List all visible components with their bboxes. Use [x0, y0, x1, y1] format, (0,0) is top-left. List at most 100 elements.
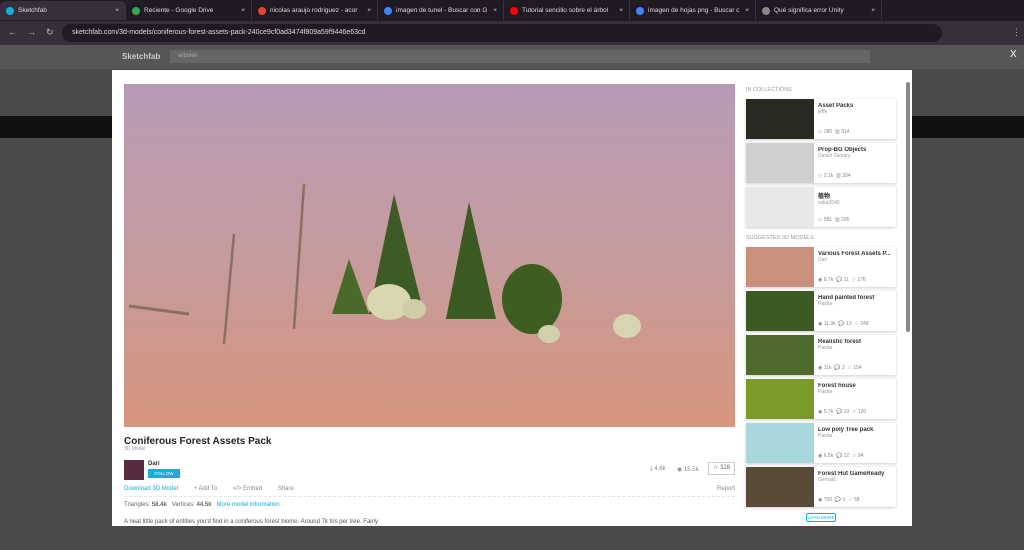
views: 6.5k — [823, 453, 834, 459]
suggested-model-card[interactable]: Forest Hut GameReady Gerhald ◉ 700 💬 0 ☆ 5… — [746, 467, 896, 507]
like-button[interactable]: ☆ 328 — [708, 462, 735, 475]
author-name[interactable]: Dari — [148, 461, 160, 467]
model-thumbnail — [746, 379, 814, 419]
follow-button[interactable]: FOLLOW — [148, 469, 180, 478]
url-input[interactable]: sketchfab.com/3d-models/coniferous-fores… — [62, 24, 942, 42]
model-author: Pasha — [818, 433, 833, 439]
forest-scene — [128, 183, 641, 345]
collections-heading: IN COLLECTIONS — [746, 87, 792, 93]
suggested-heading: SUGGESTED 3D MODELS — [746, 235, 814, 241]
model-description: A neat little pack of entities you'd fin… — [124, 519, 378, 525]
suggested-model-card[interactable]: Forest house Pasha ◉ 5.7k 💬 19 ☆ 120 — [746, 379, 896, 419]
likes: 58 — [853, 497, 860, 503]
likes: 120 — [857, 409, 867, 415]
site-header: Sketchfab arboles X — [0, 45, 1024, 69]
close-tab-icon[interactable]: × — [493, 7, 497, 14]
model-thumbnail — [746, 423, 814, 463]
menu-icon[interactable]: ⋮ — [1012, 27, 1021, 38]
collection-stats: ⚇ 581 ▥ 295 — [818, 217, 850, 223]
likes: 94 — [857, 453, 864, 459]
model-thumbnail — [746, 291, 814, 331]
favicon-icon — [6, 6, 14, 15]
scrollbar[interactable] — [906, 82, 910, 332]
comments: 2 — [841, 365, 845, 371]
close-tab-icon[interactable]: × — [871, 7, 875, 14]
suggested-model-card[interactable]: Hand painted forest Pasha ◉ 11.9k 💬 13 ☆ 2… — [746, 291, 896, 331]
load-more-button[interactable]: LOAD MORE — [806, 513, 836, 522]
favicon-icon — [510, 6, 518, 15]
model-stats: ◉ 11.9k 💬 13 ☆ 248 — [818, 321, 869, 327]
close-tab-icon[interactable]: × — [619, 7, 623, 14]
browser-tab[interactable]: Tutorial sencillo sobre el árbol × — [504, 1, 630, 20]
collection-author: jeffk — [818, 109, 828, 115]
views: 5.7k — [823, 409, 834, 415]
model-author: Pasha — [818, 301, 833, 307]
download-button[interactable]: Download 3D Model — [124, 486, 178, 492]
views: 11k — [823, 365, 832, 371]
close-tab-icon[interactable]: × — [367, 7, 371, 14]
views: 8.7k — [823, 277, 834, 283]
browser-tab[interactable]: Sketchfab × — [0, 1, 126, 20]
model-stats: ◉ 6.5k 💬 12 ☆ 94 — [818, 453, 864, 459]
back-icon[interactable]: ← — [8, 27, 17, 37]
model-stats: ◉ 700 💬 0 ☆ 58 — [818, 497, 860, 503]
collection-stats: ⚇ 2.1k ▥ 304 — [818, 173, 851, 179]
add-to-button[interactable]: + Add To — [194, 486, 217, 492]
likes: 248 — [860, 321, 869, 327]
collection-author: suka2049 — [818, 200, 840, 206]
suggested-model-card[interactable]: Low poly Tree pack Pasha ◉ 6.5k 💬 12 ☆ 94 — [746, 423, 896, 463]
view-count: ◉ 15.5k — [677, 467, 699, 473]
tab-label: imagen de hojas png - Buscar c — [648, 7, 740, 14]
stat: 581 — [823, 217, 833, 223]
browser-tab[interactable]: nicolas araujo rodriguez - acor × — [252, 1, 378, 20]
suggested-model-card[interactable]: Various Forest Assets P... Dari ◉ 8.7k 💬 1… — [746, 247, 896, 287]
sidebar: IN COLLECTIONS Asset Packs jeffk ⚇ 280 ▥ 3… — [746, 84, 896, 522]
model-thumbnail — [746, 335, 814, 375]
views-value: 15.5k — [683, 467, 699, 473]
forward-icon[interactable]: → — [27, 27, 36, 37]
model-thumbnail — [746, 467, 814, 507]
stat: 2.1k — [823, 173, 834, 179]
stat: 295 — [841, 217, 850, 223]
favicon-icon — [384, 6, 392, 15]
favicon-icon — [132, 6, 140, 15]
reload-icon[interactable]: ↻ — [46, 27, 54, 38]
3d-viewer[interactable] — [124, 84, 735, 427]
favicon-icon — [636, 6, 644, 15]
collection-card[interactable]: Asset Packs jeffk ⚇ 280 ▥ 314 — [746, 99, 896, 139]
likes: 154 — [853, 365, 862, 371]
collection-stats: ⚇ 280 ▥ 314 — [818, 129, 850, 135]
tab-label: nicolas araujo rodriguez - acor — [270, 7, 358, 14]
browser-tab[interactable]: imagen de tunel - Buscar con G × — [378, 1, 504, 20]
close-tab-icon[interactable]: × — [241, 7, 245, 14]
views: 700 — [823, 497, 833, 503]
favicon-icon — [762, 6, 770, 15]
report-button[interactable]: Report — [717, 486, 735, 492]
collection-card[interactable]: 植物 suka2049 ⚇ 581 ▥ 295 — [746, 187, 896, 227]
suggested-model-card[interactable]: Realistic forest Pasha ◉ 11k 💬 2 ☆ 154 — [746, 335, 896, 375]
browser-tab[interactable]: Qué significa error Unity × — [756, 1, 882, 20]
more-info-link[interactable]: More model information — [217, 502, 280, 508]
address-bar: ← → ↻ sketchfab.com/3d-models/coniferous… — [0, 21, 1024, 45]
model-stats: ◉ 5.7k 💬 19 ☆ 120 — [818, 409, 867, 415]
comments: 0 — [842, 497, 846, 503]
tab-label: Qué significa error Unity — [774, 7, 844, 14]
model-stats: Triangles: 58.4k Vertices: 44.5k More mo… — [124, 502, 280, 508]
collection-thumbnail — [746, 143, 814, 183]
author-avatar[interactable] — [124, 460, 144, 480]
logo: Sketchfab — [122, 52, 161, 61]
close-tab-icon[interactable]: × — [115, 7, 119, 14]
model-thumbnail — [746, 247, 814, 287]
stat: 280 — [823, 129, 833, 135]
collection-thumbnail — [746, 99, 814, 139]
collection-card[interactable]: Prop-BG Objects Daniel Zamary ⚇ 2.1k ▥ 304 — [746, 143, 896, 183]
share-button[interactable]: Share — [278, 486, 294, 492]
browser-tab[interactable]: Reciente - Google Drive × — [126, 1, 252, 20]
search-input[interactable]: arboles — [170, 50, 870, 63]
stat: 314 — [841, 129, 850, 135]
model-name: Various Forest Assets P... — [818, 251, 891, 257]
close-tab-icon[interactable]: × — [745, 7, 749, 14]
close-modal-button[interactable]: X — [1010, 49, 1017, 60]
embed-button[interactable]: </> Embed — [233, 486, 262, 492]
browser-tab[interactable]: imagen de hojas png - Buscar c × — [630, 1, 756, 20]
